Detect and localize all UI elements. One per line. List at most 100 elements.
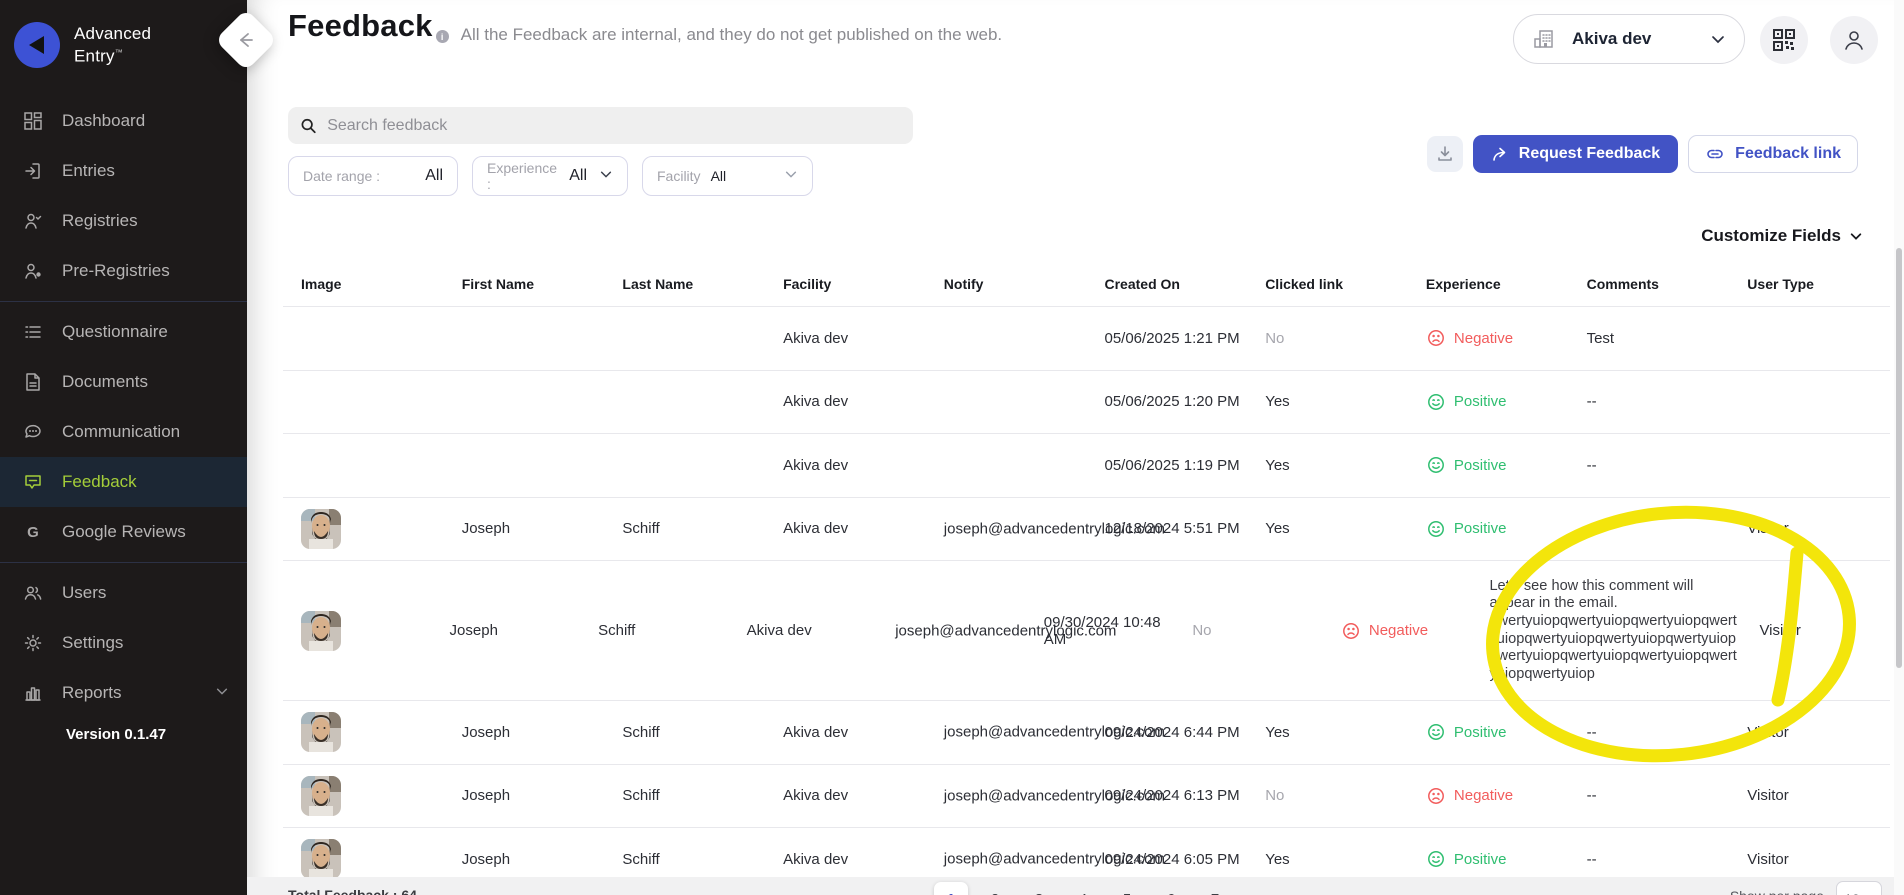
table-row[interactable]: Akiva dev05/06/2025 1:21 PMNoNegativeTes… — [283, 306, 1890, 370]
sidebar-item-label: Dashboard — [62, 111, 145, 131]
cell-facility: Akiva dev — [765, 851, 926, 868]
trademark: ™ — [115, 48, 123, 57]
cell-created-on: 05/06/2025 1:19 PM — [1086, 457, 1247, 474]
cell-image — [283, 776, 444, 816]
arrow-left-icon — [235, 29, 257, 51]
sidebar-item-questionnaire[interactable]: Questionnaire — [0, 307, 247, 357]
feedback-link-button[interactable]: Feedback link — [1688, 135, 1858, 173]
avatar[interactable] — [301, 776, 341, 816]
table-row[interactable]: JosephSchiffAkiva devjoseph@advancedentr… — [283, 497, 1890, 561]
sidebar-item-communication[interactable]: Communication — [0, 407, 247, 457]
sidebar-item-entries[interactable]: Entries — [0, 146, 247, 196]
users-icon — [22, 582, 44, 604]
cell-facility: Akiva dev — [765, 787, 926, 804]
search-bar — [288, 107, 913, 144]
table-row[interactable]: JosephSchiffAkiva devjoseph@advancedentr… — [283, 764, 1890, 828]
cell-facility: Akiva dev — [729, 622, 878, 639]
avatar[interactable] — [301, 611, 341, 651]
show-per-page-label: Show per page — [1730, 888, 1824, 895]
page-button-4[interactable]: 4 — [1066, 882, 1100, 895]
table-row[interactable]: Akiva dev05/06/2025 1:20 PMYesPositive-- — [283, 370, 1890, 434]
download-icon — [1436, 145, 1454, 163]
filter-date-range[interactable]: Date range :All — [288, 156, 458, 196]
sidebar-item-label: Entries — [62, 161, 115, 181]
facility-selector[interactable]: Akiva dev — [1513, 14, 1745, 64]
table-row[interactable]: JosephSchiffAkiva devjoseph@advancedentr… — [283, 560, 1890, 700]
cell-comments: -- — [1569, 520, 1730, 537]
feedback-table: ImageFirst NameLast NameFacilityNotifyCr… — [283, 262, 1890, 891]
filter-experience[interactable]: Experience :All — [472, 156, 628, 196]
sidebar-item-label: Feedback — [62, 472, 137, 492]
sidebar-item-documents[interactable]: Documents — [0, 357, 247, 407]
dashboard-icon — [22, 110, 44, 132]
sidebar-item-registries[interactable]: Registries — [0, 196, 247, 246]
cell-experience: Positive — [1408, 455, 1569, 475]
vertical-scrollbar[interactable] — [1894, 0, 1904, 895]
cell-clicked-link: No — [1247, 330, 1408, 347]
table-row[interactable]: Akiva dev05/06/2025 1:19 PMYesPositive-- — [283, 433, 1890, 497]
communication-icon — [22, 421, 44, 443]
smile-icon — [1426, 849, 1446, 869]
sidebar-item-label: Registries — [62, 211, 138, 231]
sidebar-item-reports[interactable]: Reports — [0, 668, 247, 718]
cell-experience: Positive — [1408, 849, 1569, 869]
experience-label: Positive — [1454, 724, 1507, 741]
search-input[interactable] — [327, 117, 901, 135]
sidebar-item-label: Documents — [62, 372, 148, 392]
filter-value: All — [711, 168, 727, 184]
previous-page-button[interactable]: ‹ — [902, 885, 924, 895]
next-page-button[interactable]: › — [1242, 885, 1260, 895]
column-header-notify: Notify — [926, 276, 1087, 292]
avatar[interactable] — [301, 712, 341, 752]
avatar[interactable] — [301, 509, 341, 549]
sidebar-item-settings[interactable]: Settings — [0, 618, 247, 668]
page-button-3[interactable]: 3 — [1022, 882, 1056, 895]
profile-button[interactable] — [1830, 16, 1878, 64]
cell-clicked-link: No — [1174, 622, 1323, 639]
filter-row: Date range :All Experience :All FacilityAl… — [288, 156, 813, 196]
page-button-6[interactable]: 6 — [1154, 882, 1188, 895]
scrollbar-thumb[interactable] — [1896, 248, 1902, 668]
cell-facility: Akiva dev — [765, 330, 926, 347]
sidebar-item-label: Settings — [62, 633, 123, 653]
cell-clicked-link: Yes — [1247, 851, 1408, 868]
info-icon[interactable]: i — [436, 30, 449, 43]
sidebar-nav: Dashboard Entries Registries Pre-Registries… — [0, 96, 247, 718]
customize-fields-button[interactable]: Customize Fields — [1701, 226, 1863, 246]
smile-icon — [1426, 455, 1446, 475]
cell-created-on: 05/06/2025 1:21 PM — [1086, 330, 1247, 347]
frown-icon — [1426, 786, 1446, 806]
avatar[interactable] — [301, 839, 341, 879]
page-button-7[interactable]: 7 — [1198, 882, 1232, 895]
page-title: Feedback — [288, 8, 433, 44]
sidebar-item-google-reviews[interactable]: GGoogle Reviews — [0, 507, 247, 557]
column-header-facility: Facility — [765, 276, 926, 292]
advanced-entry-logo-icon — [14, 22, 60, 68]
download-button[interactable] — [1427, 136, 1463, 172]
version-label: Version 0.1.47 — [0, 726, 247, 743]
page-button-1[interactable]: 1 — [934, 882, 968, 895]
registries-icon — [22, 210, 44, 232]
sidebar-item-users[interactable]: Users — [0, 568, 247, 618]
cell-clicked-link: Yes — [1247, 457, 1408, 474]
cell-last-name: Schiff — [580, 622, 729, 639]
column-header-experience: Experience — [1408, 276, 1569, 292]
sidebar-item-pre-registries[interactable]: Pre-Registries — [0, 246, 247, 296]
page-button-2[interactable]: 2 — [978, 882, 1012, 895]
page-button-5[interactable]: 5 — [1110, 882, 1144, 895]
cell-experience: Negative — [1408, 328, 1569, 348]
customize-fields-label: Customize Fields — [1701, 226, 1841, 246]
per-page-select[interactable]: 10 — [1836, 881, 1882, 895]
cell-experience: Positive — [1408, 722, 1569, 742]
link-icon — [1705, 144, 1725, 164]
filter-facility[interactable]: FacilityAll — [642, 156, 813, 196]
cell-comments: -- — [1569, 724, 1730, 741]
chevron-down-icon — [215, 683, 229, 703]
sidebar-item-feedback[interactable]: Feedback — [0, 457, 247, 507]
qr-code-button[interactable] — [1760, 16, 1808, 64]
table-row[interactable]: JosephSchiffAkiva devjoseph@advancedentr… — [283, 700, 1890, 764]
experience-label: Positive — [1454, 520, 1507, 537]
sidebar-item-label: Reports — [62, 683, 122, 703]
sidebar-item-dashboard[interactable]: Dashboard — [0, 96, 247, 146]
request-feedback-button[interactable]: Request Feedback — [1473, 135, 1678, 173]
